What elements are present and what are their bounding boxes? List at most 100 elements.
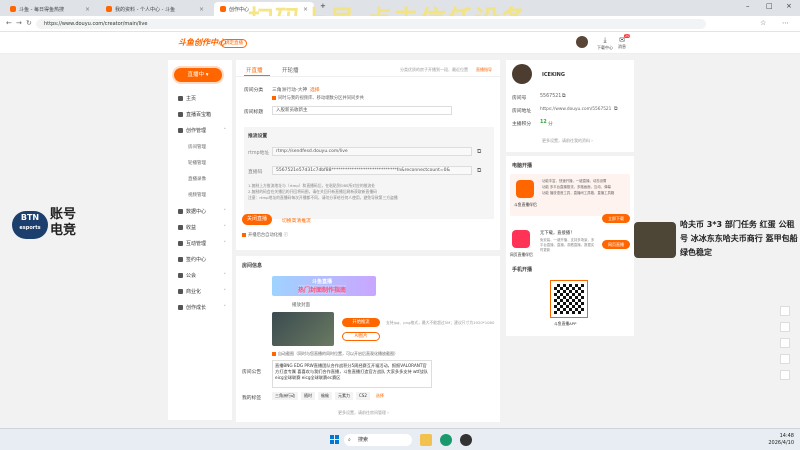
sidebar-item-commerce[interactable]: 商业化 ˅ [178, 288, 226, 295]
bind-button[interactable]: 绑定直播 [221, 39, 247, 48]
close-icon[interactable]: × [85, 6, 90, 13]
sidebar-sub-video[interactable]: 视频管理 [188, 192, 206, 198]
cover-ai-button[interactable]: AI图片 [342, 332, 380, 341]
maximize-button[interactable]: □ [766, 2, 773, 10]
room-url-value[interactable]: https://www.douyu.com/5567521 [540, 107, 611, 112]
sidebar-sub-recording[interactable]: 直播录像 [188, 176, 206, 182]
chevron-down-icon: ˅ [223, 272, 227, 279]
tab-replay[interactable]: 开轮播 [282, 66, 299, 74]
room-id-label: 房间号 [512, 96, 527, 101]
room-category-value: 三角洲行动-大神 [272, 88, 308, 93]
url-input[interactable]: https://www.douyu.com/creator/main/live [36, 19, 706, 29]
chevron-down-icon: ˅ [223, 240, 227, 247]
game-app-icon[interactable] [420, 434, 432, 446]
menu-icon[interactable]: ⋯ [782, 19, 789, 27]
float-button-4[interactable] [780, 354, 790, 364]
taskbar-clock[interactable]: 14:48 2026/4/10 [768, 433, 794, 447]
window-close-button[interactable]: × [786, 2, 792, 10]
push-note: 注意：rtmp地址的直播码每次开播都不同，请勿分享给任何人使用，避免导致第三方盗… [248, 195, 398, 200]
live-status-button[interactable]: 直播中 ▾ [174, 68, 222, 82]
sidebar-sub-carousel[interactable]: 轮播管理 [188, 160, 206, 166]
edge-icon[interactable] [440, 434, 452, 446]
browser-tab-2[interactable]: 我的资料 - 个人中心 - 斗鱼 × [100, 2, 210, 16]
sidebar-item-toolbox[interactable]: 直播百宝箱 [178, 111, 226, 118]
stream-code-input[interactable]: 5567521e57d31c7dbf88********************… [272, 166, 472, 175]
cover-guide-banner[interactable]: 斗鱼直播 热门封面制作指南 [272, 276, 376, 296]
star-icon[interactable]: ☆ [760, 19, 766, 27]
cover-start-button[interactable]: 开始推流 [342, 318, 380, 327]
mobile-live-title: 手机开播 [512, 267, 533, 273]
reload-icon[interactable]: ↻ [26, 19, 32, 27]
copy-icon[interactable]: ⧉ [477, 167, 481, 175]
rtmp-label: rtmp地址 [248, 151, 270, 156]
guide-link[interactable]: 直播指导 [476, 67, 492, 73]
profile-more-link[interactable]: 更多设置，请前往我的资料 › [542, 138, 593, 144]
float-button-2[interactable] [780, 322, 790, 332]
notice-textarea[interactable]: 直播BNG EDG PRW直播团队合作战积分5周经赛互开福活动，报报VALORA… [272, 360, 432, 388]
rtmp-input[interactable]: rtmp://sendfesd.douyu.com/live [272, 147, 472, 156]
more-settings-link[interactable]: 更多设置，请前往房间管理 › [338, 410, 389, 416]
copy-icon[interactable]: ⧉ [562, 93, 566, 99]
sidebar-sub-room[interactable]: 房间管理 [188, 144, 206, 150]
copy-icon[interactable]: ⧉ [614, 106, 618, 112]
pc-live-card: 电脑开播 斗鱼直播伴侣 功能丰富，快速开播，一键直播，动态设置 功能 多平台直播… [506, 156, 634, 336]
chevron-up-icon: ˄ [223, 127, 227, 134]
sidebar-item-home[interactable]: 主页 [178, 95, 226, 102]
push-settings-title: 推流设置 [248, 134, 268, 139]
tab-title: 创作中心 [229, 6, 250, 13]
tag-chip[interactable]: CS2 [356, 392, 370, 400]
sidebar-item-income[interactable]: 收益 ˅ [178, 224, 226, 231]
sidebar-item-creation[interactable]: 创作管理 ˄ [178, 127, 226, 134]
download-label: 下载中心 [597, 45, 613, 50]
overlay-logo: BTN esports 账号 电竞 [12, 205, 96, 247]
download-icon: ⤓ [603, 36, 607, 44]
float-button-3[interactable] [780, 338, 790, 348]
tag-chip[interactable]: 随时 [301, 392, 315, 400]
profile-name: ICEKING [542, 72, 565, 78]
creator-logo[interactable]: 斗鱼创作中心 [178, 37, 226, 48]
download-center[interactable]: ⤓ 下载中心 [597, 36, 613, 51]
sidebar-item-interaction[interactable]: 互动管理 ˅ [178, 240, 226, 247]
tags-select[interactable]: 选择 [373, 392, 387, 400]
auto-stream-check[interactable]: 开播后台自动化推 ⓘ [242, 232, 288, 238]
avatar[interactable] [576, 36, 588, 48]
hd-stream-link[interactable]: 切换高清推流 [282, 217, 311, 224]
tab-live[interactable]: 开直播 [246, 66, 263, 74]
taskbar-search[interactable]: ⌕ 搜索 [344, 434, 412, 446]
sidebar-item-data[interactable]: 数据中心 ˅ [178, 208, 226, 215]
sync-note[interactable]: 同时与我的视频库、移动端数分区并同同步共 [272, 95, 364, 101]
web-live-button[interactable]: 网页直播 [602, 240, 630, 249]
stream-code-label: 直播码 [248, 170, 263, 175]
web-live-name: 网页直播伴侣 [510, 252, 533, 257]
sidebar-item-guild[interactable]: 公会 ˅ [178, 272, 226, 279]
profile-avatar[interactable] [512, 64, 532, 84]
minimize-button[interactable]: – [746, 2, 750, 10]
close-icon[interactable]: × [199, 6, 204, 13]
sidebar-item-contract[interactable]: 签约中心 [178, 256, 226, 263]
close-live-button[interactable]: 关闭直播 [242, 214, 272, 225]
obs-icon[interactable] [460, 434, 472, 446]
tag-chip[interactable]: 三角洲行动 [272, 392, 298, 400]
browser-tab-1[interactable]: 斗鱼 - 每日得鱼热搜 × [4, 2, 96, 16]
cover-label: 播放封面 [292, 303, 310, 308]
sidebar-item-growth[interactable]: 创作成长 ˅ [178, 304, 226, 311]
tag-chip[interactable]: 元素力 [335, 392, 353, 400]
download-client-button[interactable]: 立即下载 [602, 214, 630, 223]
room-category-select[interactable]: 选择 [310, 86, 320, 93]
copy-icon[interactable]: ⧉ [477, 148, 481, 156]
auto-screenshot-check[interactable]: 自动截图（同时与您直播的同时位置，可以开启后直观化播放截图） [272, 351, 398, 357]
float-button-5[interactable] [780, 370, 790, 380]
back-icon[interactable]: ← [6, 19, 12, 27]
float-button-1[interactable] [780, 306, 790, 316]
banner-title: 斗鱼直播 [312, 279, 333, 285]
forward-icon[interactable]: → [16, 19, 22, 27]
cover-image[interactable] [272, 312, 334, 346]
logo-text: BTN [20, 213, 40, 222]
btn-logo-badge: BTN esports [12, 211, 48, 239]
overlay-right-text: 哈夫币 3*3 部门任务 红蛋 公租号 冰冰东东哈夫币商行 盔甲包船 绿色稳定 [680, 220, 798, 257]
notification-center[interactable]: ✉ 20 消息 [618, 34, 631, 50]
room-title-input[interactable]: 入股新员收新主 [272, 106, 452, 115]
windows-start-icon[interactable] [330, 435, 339, 444]
tag-chip[interactable]: 偷偷 [318, 392, 332, 400]
interaction-icon [178, 241, 183, 246]
